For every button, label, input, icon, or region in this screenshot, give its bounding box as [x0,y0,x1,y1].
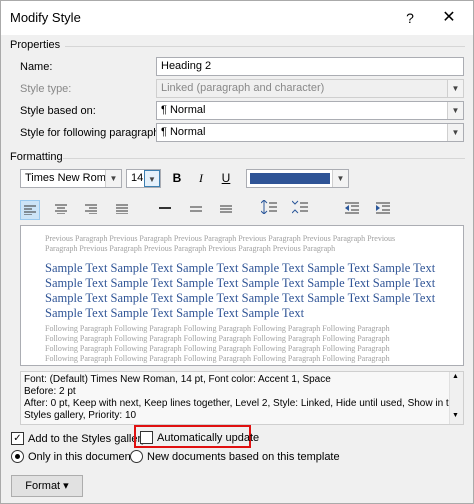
font-color-dropdown[interactable]: ▼ [246,169,349,188]
chevron-down-icon: ▼ [332,170,348,187]
chevron-down-icon: ▼ [447,102,463,119]
preview-following-line: Following Paragraph Following Paragraph … [45,324,390,333]
following-label: Style for following paragraph: [20,127,163,139]
single-spacing-button[interactable] [155,200,175,220]
increase-spacing-button[interactable] [259,199,279,220]
font-size-dropdown[interactable]: 14 ▼ [126,169,161,188]
format-button[interactable]: Format ▾ [11,475,83,497]
increase-indent-button[interactable] [373,200,393,220]
one-half-spacing-icon [190,206,202,212]
decrease-paragraph-spacing-icon [291,200,308,214]
preview-following-line: Following Paragraph Following Paragraph … [45,334,390,343]
align-right-icon [85,204,97,215]
single-spacing-icon [159,207,171,209]
preview-sample-line: Sample Text Sample Text Sample Text Samp… [45,261,436,275]
decrease-indent-button[interactable] [342,200,362,220]
increase-paragraph-spacing-icon [260,199,277,215]
help-button[interactable]: ? [398,7,422,29]
scroll-up-icon[interactable]: ▲ [452,373,459,380]
chevron-down-icon: ▼ [447,124,463,141]
underline-button[interactable]: U [216,168,236,188]
new-docs-radio[interactable] [130,450,143,463]
preview-previous-line: Paragraph Previous Paragraph Previous Pa… [45,244,336,253]
based-on-label: Style based on: [20,105,96,117]
auto-update-label: Automatically update [157,432,260,444]
name-field[interactable]: Heading 2 [156,57,464,76]
properties-heading: Properties [10,39,61,51]
modify-style-dialog: Modify Style ? ✕ Properties Name: Headin… [0,0,474,504]
style-type-dropdown[interactable]: Linked (paragraph and character) ▼ [156,79,464,98]
following-dropdown[interactable]: ¶ Normal ▼ [156,123,464,142]
following-value: ¶ Normal [161,126,206,138]
preview-sample-line: Sample Text Sample Text Sample Text Samp… [45,306,305,320]
justify-icon [116,204,128,215]
decrease-indent-icon [345,202,359,214]
chevron-down-icon: ▼ [105,170,121,187]
preview-following-line: Following Paragraph Following Paragraph … [45,354,390,363]
double-spacing-icon [220,205,232,213]
italic-button[interactable]: I [191,168,211,188]
title-bar: Modify Style ? ✕ [1,1,473,35]
align-center-button[interactable] [51,200,71,220]
add-to-gallery-label: Add to the Styles gallery [28,433,147,445]
description-line: After: 0 pt, Keep with next, Keep lines … [24,398,460,409]
double-spacing-button[interactable] [216,200,236,220]
description-line: Before: 2 pt [24,386,76,397]
auto-update-checkbox[interactable] [140,431,153,444]
one-half-spacing-button[interactable] [186,200,206,220]
dialog-title: Modify Style [10,10,81,25]
font-color-swatch [250,173,330,184]
add-to-gallery-checkbox[interactable]: ✓ [11,432,24,445]
close-button[interactable]: ✕ [435,7,463,29]
description-line: Styles gallery, Priority: 10 [24,410,137,421]
style-description: Font: (Default) Times New Roman, 14 pt, … [20,371,464,425]
style-preview: Previous Paragraph Previous Paragraph Pr… [20,225,464,366]
based-on-value: ¶ Normal [161,104,206,116]
bold-button[interactable]: B [167,168,187,188]
preview-sample-line: Sample Text Sample Text Sample Text Samp… [45,276,436,290]
scroll-down-icon[interactable]: ▼ [452,412,459,419]
align-right-button[interactable] [81,200,101,220]
style-type-label: Style type: [20,83,72,95]
formatting-heading: Formatting [10,151,63,163]
decrease-spacing-button[interactable] [290,200,310,220]
description-line: Font: (Default) Times New Roman, 14 pt, … [24,374,331,385]
new-docs-label: New documents based on this template [147,451,340,463]
style-type-value: Linked (paragraph and character) [161,82,325,94]
preview-previous-line: Previous Paragraph Previous Paragraph Pr… [45,234,396,243]
align-left-button[interactable] [20,200,40,220]
properties-divider [65,46,465,47]
align-left-icon [24,205,36,216]
increase-indent-icon [376,202,390,214]
chevron-down-icon: ▼ [447,80,463,97]
preview-following-line: Following Paragraph Following Paragraph … [45,344,390,353]
chevron-down-icon: ▼ [144,170,160,187]
preview-sample-line: Sample Text Sample Text Sample Text Samp… [45,291,436,305]
name-label: Name: [20,61,53,73]
font-size-value: 14 [131,172,144,184]
only-this-doc-label: Only in this document [28,451,134,463]
align-center-icon [55,204,67,215]
based-on-dropdown[interactable]: ¶ Normal ▼ [156,101,464,120]
description-scrollbar[interactable]: ▲ ▼ [449,372,463,424]
justify-button[interactable] [112,200,132,220]
only-this-doc-radio[interactable] [11,450,24,463]
formatting-divider [63,158,465,159]
font-name-dropdown[interactable]: Times New Roman ▼ [20,169,122,188]
